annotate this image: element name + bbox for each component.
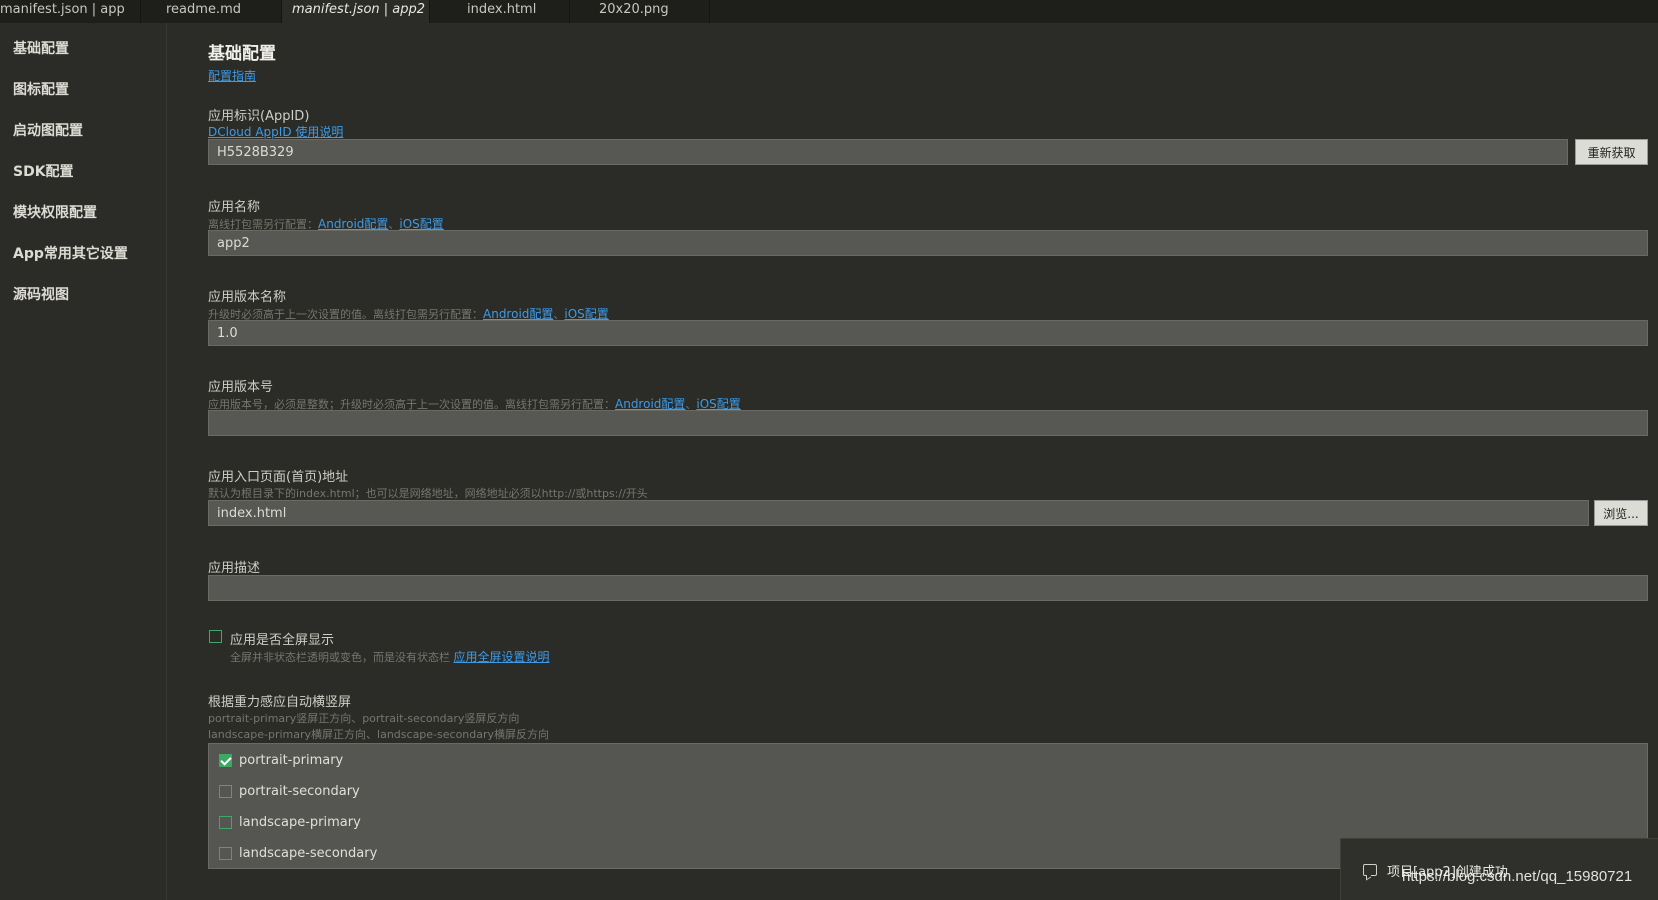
page-title: 基础配置 xyxy=(208,44,276,64)
android-config-link[interactable]: Android配置 xyxy=(318,217,388,231)
browse-button[interactable]: 浏览... xyxy=(1594,500,1648,526)
entry-page-hint: 默认为根目录下的index.html；也可以是网络地址，网络地址必须以http:… xyxy=(208,487,648,500)
fullscreen-hint: 全屏并非状态栏透明或变色，而是没有状态栏 应用全屏设置说明 xyxy=(230,648,550,665)
portrait-primary-checkbox[interactable] xyxy=(219,754,232,767)
orientation-label: 根据重力感应自动横竖屏 xyxy=(208,695,352,710)
landscape-secondary-checkbox[interactable] xyxy=(219,847,232,860)
message-icon xyxy=(1363,864,1377,876)
fullscreen-label: 应用是否全屏显示 xyxy=(230,633,335,648)
version-name-input[interactable] xyxy=(208,320,1648,346)
fullscreen-checkbox[interactable] xyxy=(209,630,222,643)
version-name-label: 应用版本名称 xyxy=(208,290,287,305)
refresh-appid-button[interactable]: 重新获取 xyxy=(1575,139,1648,165)
description-input[interactable] xyxy=(208,575,1648,601)
version-code-input[interactable] xyxy=(208,410,1648,436)
app-name-label: 应用名称 xyxy=(208,200,261,215)
android-config-link[interactable]: Android配置 xyxy=(483,307,553,321)
entry-page-label: 应用入口页面(首页)地址 xyxy=(208,470,349,485)
version-code-label: 应用版本号 xyxy=(208,380,274,395)
app-name-input[interactable] xyxy=(208,230,1648,256)
orientation-hint-landscape: landscape-primary横屏正方向、landscape-seconda… xyxy=(208,728,550,741)
description-label: 应用描述 xyxy=(208,561,261,576)
entry-page-input[interactable] xyxy=(208,500,1589,526)
appid-label: 应用标识(AppID) xyxy=(208,109,310,124)
android-config-link[interactable]: Android配置 xyxy=(615,397,685,411)
appid-input[interactable] xyxy=(208,139,1568,165)
main-panel: 基础配置 配置指南 应用标识(AppID) DCloud AppID 使用说明 … xyxy=(0,0,1658,900)
orientation-option-label: landscape-primary xyxy=(239,815,361,830)
orientation-option-label: portrait-secondary xyxy=(239,784,360,799)
portrait-secondary-checkbox[interactable] xyxy=(219,785,232,798)
orientation-hint-portrait: portrait-primary竖屏正方向、portrait-secondary… xyxy=(208,712,520,725)
config-guide-link[interactable]: 配置指南 xyxy=(208,67,256,84)
orientation-option-label: landscape-secondary xyxy=(239,846,378,861)
ios-config-link[interactable]: iOS配置 xyxy=(399,217,443,231)
appid-help-link[interactable]: DCloud AppID 使用说明 xyxy=(208,123,343,140)
ios-config-link[interactable]: iOS配置 xyxy=(564,307,608,321)
fullscreen-help-link[interactable]: 应用全屏设置说明 xyxy=(454,650,550,664)
watermark: https://blog.csdn.net/qq_15980721 xyxy=(1402,868,1633,885)
ios-config-link[interactable]: iOS配置 xyxy=(696,397,740,411)
landscape-primary-checkbox[interactable] xyxy=(219,816,232,829)
hint-text: 全屏并非状态栏透明或变色，而是没有状态栏 xyxy=(230,651,450,664)
orientation-option-label: portrait-primary xyxy=(239,753,344,768)
